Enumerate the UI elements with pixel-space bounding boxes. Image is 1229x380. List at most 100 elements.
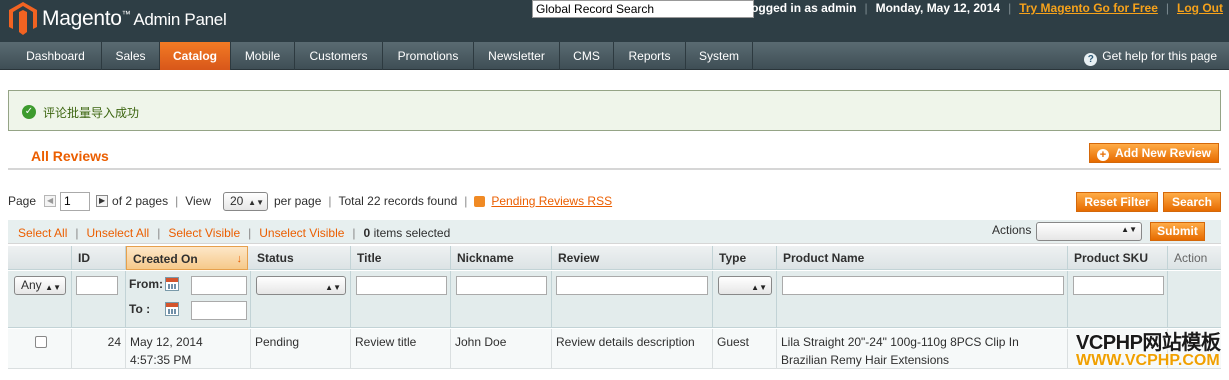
selected-label: items selected bbox=[373, 226, 451, 240]
separator: | bbox=[1008, 1, 1012, 15]
separator: | bbox=[1165, 1, 1170, 15]
nav-customers[interactable]: Customers bbox=[295, 42, 383, 70]
column-title[interactable]: Title bbox=[351, 246, 451, 270]
logo-text: Magento™ Admin Panel bbox=[42, 6, 227, 30]
filter-product-name-input[interactable] bbox=[782, 276, 1064, 295]
pager: Page ◀ 1 ▶ of 2 pages | View 20 ▲▼ per pa… bbox=[8, 191, 612, 211]
page-label: Page bbox=[8, 194, 37, 208]
calendar-to-icon[interactable] bbox=[165, 302, 179, 316]
column-id[interactable]: ID bbox=[72, 246, 126, 270]
nav-promotions[interactable]: Promotions bbox=[383, 42, 474, 70]
filter-cell-product-name bbox=[777, 271, 1068, 328]
prev-page-icon[interactable]: ◀ bbox=[44, 195, 57, 207]
filter-type-select[interactable]: ▲▼ bbox=[718, 276, 772, 295]
separator: | bbox=[352, 226, 356, 240]
help-link[interactable]: ? Get help for this page bbox=[1084, 42, 1217, 70]
search-button[interactable]: Search bbox=[1163, 192, 1221, 212]
cell-product-name: Lila Straight 20"-24" 100g-110g 8PCS Cli… bbox=[777, 329, 1068, 369]
sort-desc-icon: ↓ bbox=[236, 253, 243, 265]
nav-cms[interactable]: CMS bbox=[560, 42, 614, 70]
pending-reviews-rss-link[interactable]: Pending Reviews RSS bbox=[491, 194, 612, 208]
help-icon: ? bbox=[1084, 53, 1098, 66]
column-created-on[interactable]: Created On ↓ bbox=[126, 246, 248, 270]
unselect-visible-link[interactable]: Unselect Visible bbox=[259, 226, 344, 240]
success-message-text: 评论批量导入成功 bbox=[43, 106, 140, 120]
nav-mobile[interactable]: Mobile bbox=[231, 42, 295, 70]
column-review[interactable]: Review bbox=[552, 246, 713, 270]
try-magento-go-link[interactable]: Try Magento Go for Free bbox=[1019, 1, 1158, 15]
filter-product-sku-input[interactable] bbox=[1073, 276, 1164, 295]
actions-label: Actions bbox=[992, 223, 1032, 237]
logout-link[interactable]: Log Out bbox=[1177, 1, 1223, 15]
nav-sales[interactable]: Sales bbox=[102, 42, 160, 70]
title-divider bbox=[8, 168, 1221, 170]
filter-cell-checkbox: Any ▲▼ bbox=[8, 271, 72, 328]
per-page-label: per page bbox=[274, 194, 322, 208]
nav-newsletter[interactable]: Newsletter bbox=[474, 42, 560, 70]
select-arrows-icon: ▲▼ bbox=[248, 197, 264, 207]
calendar-from-icon[interactable] bbox=[165, 277, 179, 291]
logged-in-text: Logged in as admin bbox=[743, 1, 857, 15]
filter-date-from-input[interactable] bbox=[191, 276, 247, 295]
of-pages-text: of 2 pages bbox=[112, 194, 169, 208]
filter-any-value: Any bbox=[21, 278, 42, 292]
next-page-icon[interactable]: ▶ bbox=[96, 195, 109, 207]
filter-cell-type: ▲▼ bbox=[713, 271, 777, 328]
actions-select[interactable]: ▲▼ bbox=[1036, 222, 1142, 241]
table-row-partial bbox=[8, 370, 1221, 380]
massaction-links: Select All | Unselect All | Select Visib… bbox=[18, 226, 450, 240]
filter-from-label: From: bbox=[129, 277, 163, 291]
filter-status-select[interactable]: ▲▼ bbox=[256, 276, 346, 295]
filter-massaction-select[interactable]: Any ▲▼ bbox=[14, 276, 66, 295]
submit-button[interactable]: Submit bbox=[1150, 222, 1205, 241]
magento-logo-icon bbox=[9, 2, 37, 35]
plus-icon: + bbox=[1096, 149, 1109, 161]
nav-system[interactable]: System bbox=[686, 42, 753, 70]
select-arrows-icon: ▲▼ bbox=[45, 283, 61, 292]
column-product-sku[interactable]: Product SKU bbox=[1068, 246, 1168, 270]
rss-icon bbox=[474, 195, 486, 207]
column-type[interactable]: Type bbox=[713, 246, 777, 270]
global-record-search-input[interactable]: Global Record Search bbox=[532, 0, 754, 18]
magento-logo[interactable]: Magento™ Admin Panel bbox=[8, 2, 227, 35]
select-all-link[interactable]: Select All bbox=[18, 226, 67, 240]
filter-cell-action bbox=[1168, 271, 1221, 328]
filter-nickname-input[interactable] bbox=[456, 276, 547, 295]
filter-id-input[interactable] bbox=[76, 276, 118, 295]
per-page-select[interactable]: 20 ▲▼ bbox=[223, 191, 268, 211]
page-number-input[interactable]: 1 bbox=[60, 191, 91, 211]
column-nickname[interactable]: Nickname bbox=[451, 246, 552, 270]
grid-header-row: ID Created On ↓ Status Title Nickname Rev… bbox=[8, 246, 1221, 270]
header-user-links: Logged in as admin | Monday, May 12, 201… bbox=[744, 1, 1223, 15]
page-title: All Reviews bbox=[31, 148, 109, 164]
cell-status: Pending bbox=[251, 329, 351, 369]
filter-date-to-input[interactable] bbox=[191, 301, 247, 320]
current-date: Monday, May 12, 2014 bbox=[875, 1, 1001, 15]
cell-nickname: John Doe bbox=[451, 329, 552, 369]
add-new-review-button[interactable]: + Add New Review bbox=[1089, 143, 1219, 163]
admin-header: Magento™ Admin Panel Global Record Search… bbox=[0, 0, 1229, 42]
filter-title-input[interactable] bbox=[356, 276, 447, 295]
reset-filter-button[interactable]: Reset Filter bbox=[1076, 192, 1158, 212]
filter-cell-review bbox=[552, 271, 713, 328]
add-new-review-label: Add New Review bbox=[1114, 146, 1212, 160]
cell-created-on: May 12, 2014 4:57:35 PM bbox=[126, 329, 251, 369]
row-checkbox-cell bbox=[8, 329, 72, 369]
view-label: View bbox=[185, 194, 211, 208]
column-status[interactable]: Status bbox=[251, 246, 351, 270]
nav-reports[interactable]: Reports bbox=[614, 42, 686, 70]
column-product-name[interactable]: Product Name bbox=[777, 246, 1068, 270]
filter-cell-title bbox=[351, 271, 451, 328]
table-row[interactable]: 24 May 12, 2014 4:57:35 PM Pending Revie… bbox=[8, 329, 1221, 369]
select-visible-link[interactable]: Select Visible bbox=[168, 226, 240, 240]
unselect-all-link[interactable]: Unselect All bbox=[86, 226, 149, 240]
filter-cell-product-sku bbox=[1068, 271, 1168, 328]
cell-id: 24 bbox=[72, 329, 126, 369]
nav-dashboard[interactable]: Dashboard bbox=[10, 42, 102, 70]
nav-catalog[interactable]: Catalog bbox=[160, 42, 231, 70]
filter-to-label: To : bbox=[129, 302, 151, 316]
row-checkbox[interactable] bbox=[35, 336, 47, 348]
grid-filter-row: Any ▲▼ From: To : ▲▼ ▲▼ bbox=[8, 271, 1221, 328]
filter-review-input[interactable] bbox=[556, 276, 708, 295]
filter-cell-nickname bbox=[451, 271, 552, 328]
